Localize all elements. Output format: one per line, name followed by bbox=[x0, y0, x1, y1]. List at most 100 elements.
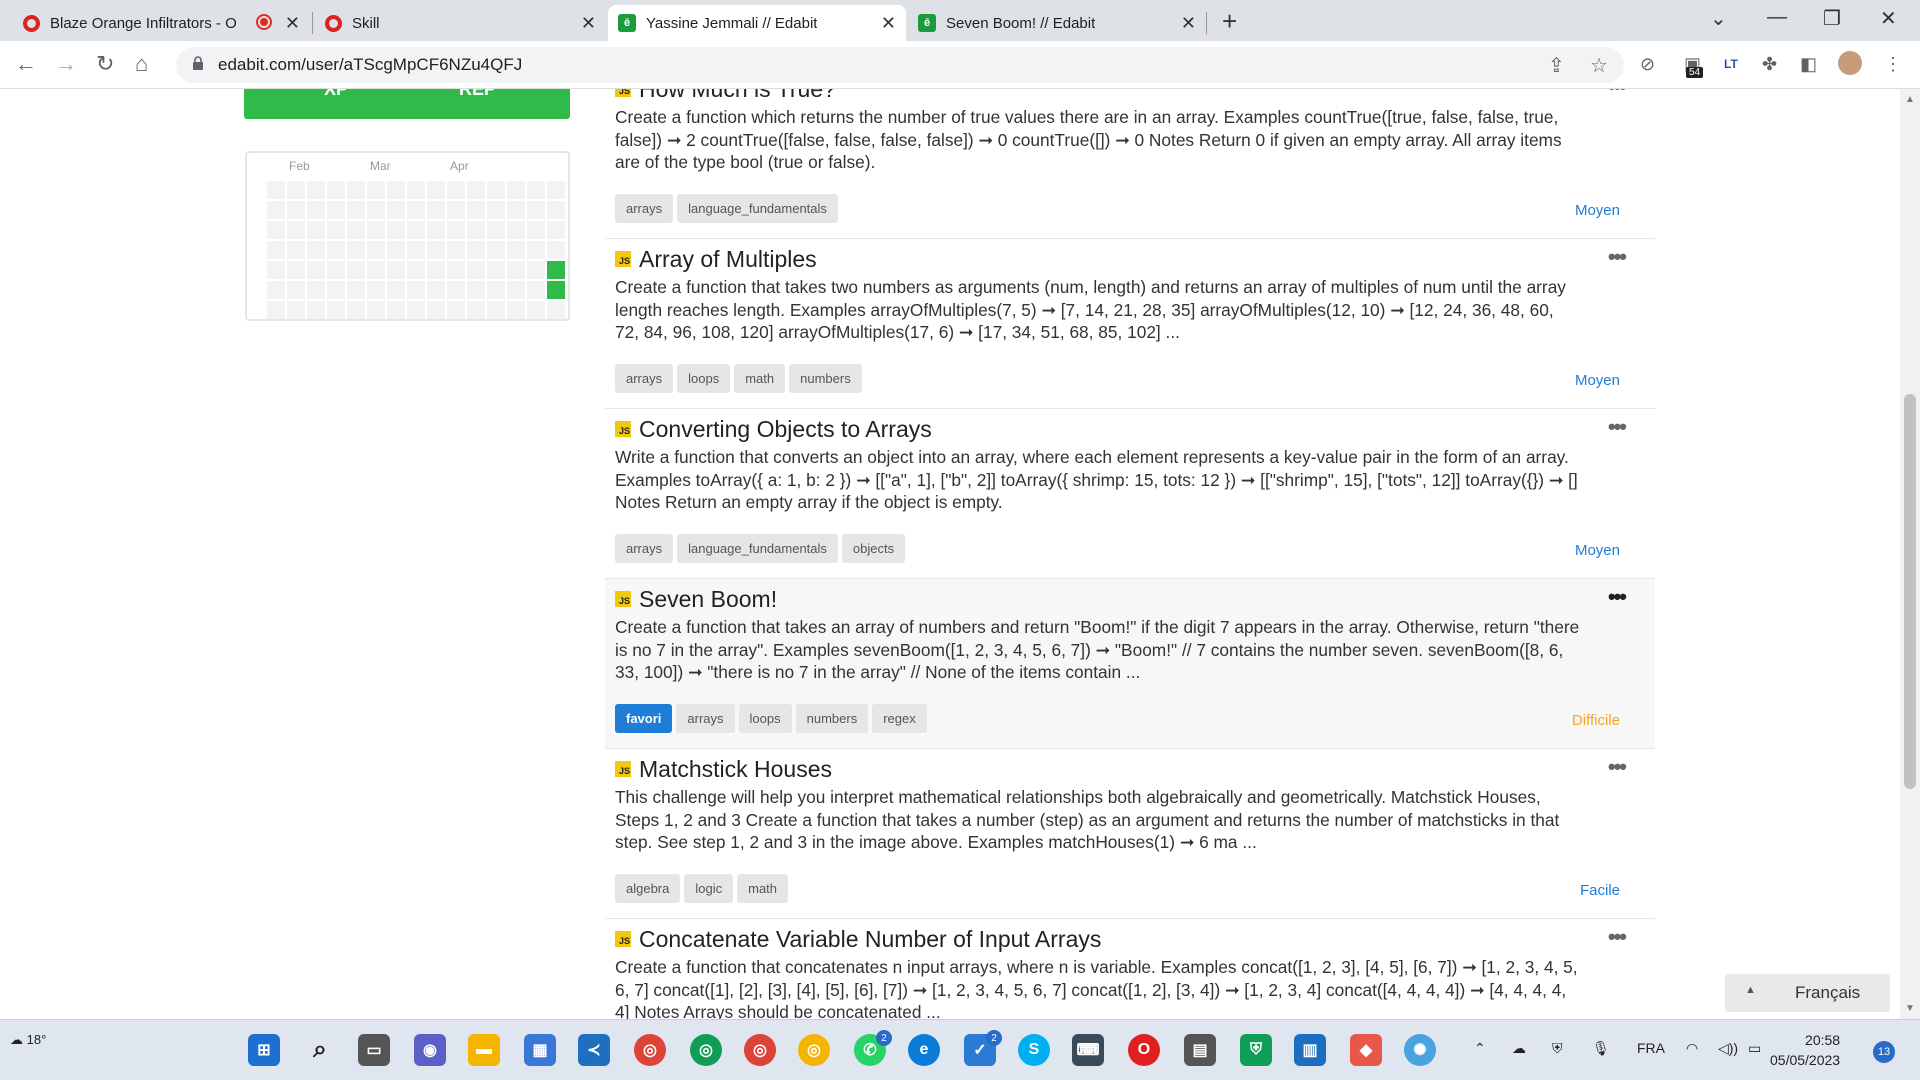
search-icon[interactable]: ⌕ bbox=[304, 1034, 336, 1066]
scroll-down-icon[interactable]: ▼ bbox=[1905, 1003, 1915, 1014]
close-window-button[interactable]: ✕ bbox=[1880, 6, 1897, 31]
windows-start-icon[interactable]: ⊞ bbox=[248, 1034, 280, 1066]
chrome-profile-icon[interactable]: ◎ bbox=[798, 1034, 830, 1066]
close-icon[interactable]: ✕ bbox=[581, 13, 596, 34]
close-icon[interactable]: ✕ bbox=[285, 13, 300, 34]
menu-kebab-icon[interactable]: ⋮ bbox=[1884, 54, 1902, 75]
close-icon[interactable]: ✕ bbox=[1181, 13, 1196, 34]
tag[interactable]: loops bbox=[738, 704, 792, 733]
task-view-icon[interactable]: ▭ bbox=[358, 1034, 390, 1066]
challenge-title[interactable]: How Much is True? bbox=[639, 89, 836, 103]
calculator-icon[interactable]: ▤ bbox=[1184, 1034, 1216, 1066]
keyboard-icon[interactable]: ⌨ bbox=[1072, 1034, 1104, 1066]
challenge-title[interactable]: Seven Boom! bbox=[639, 586, 777, 613]
git-icon[interactable]: ◆ bbox=[1350, 1034, 1382, 1066]
tag[interactable]: math bbox=[737, 874, 789, 903]
skype-icon[interactable]: S bbox=[1018, 1034, 1050, 1066]
teams-chat-icon[interactable]: ◉ bbox=[414, 1034, 446, 1066]
tab-blaze-orange[interactable]: Blaze Orange Infiltrators - O ✕ bbox=[12, 5, 310, 41]
challenge-title-row[interactable]: JS Seven Boom! bbox=[615, 584, 1645, 614]
tray-chevron-icon[interactable]: ⌃ bbox=[1474, 1040, 1486, 1057]
extension-blocker-icon[interactable]: ⊘ bbox=[1640, 54, 1655, 75]
more-options-icon[interactable]: ••• bbox=[1608, 244, 1627, 270]
challenge-title[interactable]: Matchstick Houses bbox=[639, 756, 832, 783]
tab-yassine-edabit[interactable]: ē Yassine Jemmali // Edabit ✕ bbox=[608, 5, 906, 41]
more-options-icon[interactable]: ••• bbox=[1608, 924, 1627, 950]
chrome-profile-icon[interactable]: ◎ bbox=[690, 1034, 722, 1066]
scrollbar[interactable]: ▲ ▼ bbox=[1900, 89, 1920, 1019]
close-icon[interactable]: ✕ bbox=[881, 13, 896, 34]
tab-seven-boom[interactable]: ē Seven Boom! // Edabit ✕ bbox=[908, 5, 1206, 41]
scroll-up-icon[interactable]: ▲ bbox=[1905, 94, 1915, 105]
challenge-item[interactable]: JS Concatenate Variable Number of Input A… bbox=[605, 919, 1655, 1019]
share-icon[interactable]: ⇪ bbox=[1548, 53, 1565, 78]
more-options-icon[interactable]: ••• bbox=[1608, 89, 1627, 100]
challenge-title-row[interactable]: JS Array of Multiples bbox=[615, 244, 1645, 274]
wifi-icon[interactable]: ◠ bbox=[1686, 1040, 1698, 1057]
vscode-icon[interactable]: ≺ bbox=[578, 1034, 610, 1066]
battery-icon[interactable]: ▭ bbox=[1748, 1040, 1761, 1057]
more-options-icon[interactable]: ••• bbox=[1608, 414, 1627, 440]
notification-badge[interactable]: 13 bbox=[1873, 1041, 1895, 1063]
challenge-title-row[interactable]: JS How Much is True? bbox=[615, 89, 1645, 104]
more-options-icon[interactable]: ••• bbox=[1608, 754, 1627, 780]
favorite-tag[interactable]: favori bbox=[615, 704, 673, 733]
tag[interactable]: logic bbox=[684, 874, 734, 903]
tag[interactable]: language_fundamentals bbox=[677, 194, 838, 223]
tag[interactable]: objects bbox=[841, 534, 906, 563]
tag[interactable]: loops bbox=[677, 364, 731, 393]
tag[interactable]: arrays bbox=[676, 704, 735, 733]
file-explorer-icon[interactable]: ▬ bbox=[468, 1034, 500, 1066]
opera-taskbar-icon[interactable]: O bbox=[1128, 1034, 1160, 1066]
challenge-item[interactable]: JS Array of Multiples ••• Create a function… bbox=[605, 239, 1655, 409]
more-options-icon[interactable]: ••• bbox=[1608, 584, 1627, 610]
weather-widget[interactable]: ☁ 18° bbox=[10, 1032, 46, 1048]
tag[interactable]: numbers bbox=[795, 704, 869, 733]
scrollbar-thumb[interactable] bbox=[1904, 394, 1916, 789]
challenge-title-row[interactable]: JS Converting Objects to Arrays bbox=[615, 414, 1645, 444]
side-panel-icon[interactable]: ◧ bbox=[1800, 54, 1817, 75]
challenge-title-row[interactable]: JS Matchstick Houses bbox=[615, 754, 1645, 784]
clock[interactable]: 20:58 05/05/2023 bbox=[1770, 1030, 1840, 1070]
restore-button[interactable]: ❐ bbox=[1823, 6, 1841, 31]
tag[interactable]: regex bbox=[872, 704, 927, 733]
chrome-icon[interactable]: ◎ bbox=[634, 1034, 666, 1066]
forward-icon[interactable]: → bbox=[55, 51, 77, 77]
new-tab-button[interactable]: + bbox=[1222, 6, 1237, 37]
tag[interactable]: language_fundamentals bbox=[677, 534, 838, 563]
challenge-title[interactable]: Array of Multiples bbox=[639, 246, 817, 273]
tag[interactable]: math bbox=[734, 364, 786, 393]
network-app-icon[interactable]: ✺ bbox=[1404, 1034, 1436, 1066]
tab-search-icon[interactable]: ⌄ bbox=[1710, 6, 1727, 31]
tag[interactable]: arrays bbox=[615, 194, 674, 223]
onedrive-icon[interactable]: ☁ bbox=[1512, 1040, 1526, 1057]
language-selector[interactable]: ▲ Français bbox=[1725, 974, 1890, 1012]
home-icon[interactable]: ⌂ bbox=[135, 51, 148, 77]
languagetool-icon[interactable]: LT bbox=[1724, 57, 1738, 71]
input-language[interactable]: FRA bbox=[1637, 1040, 1665, 1056]
minimize-button[interactable]: — bbox=[1767, 6, 1787, 29]
reload-icon[interactable]: ↻ bbox=[96, 51, 114, 77]
extensions-puzzle-icon[interactable]: ✤ bbox=[1762, 54, 1777, 75]
volume-icon[interactable]: ◁)) bbox=[1718, 1040, 1738, 1057]
bookmark-star-icon[interactable]: ☆ bbox=[1590, 53, 1608, 78]
address-bar[interactable]: edabit.com/user/aTScgMpCF6NZu4QFJ ⇪ ☆ bbox=[176, 47, 1624, 83]
challenge-title-row[interactable]: JS Concatenate Variable Number of Input A… bbox=[615, 924, 1645, 954]
challenge-item[interactable]: JS Seven Boom! ••• Create a function that t… bbox=[605, 579, 1655, 749]
edge-icon[interactable]: e bbox=[908, 1034, 940, 1066]
challenge-item[interactable]: JS Converting Objects to Arrays ••• Write a… bbox=[605, 409, 1655, 579]
defender-icon[interactable]: ⛨ bbox=[1552, 1040, 1563, 1057]
tab-skill[interactable]: Skill ✕ bbox=[314, 5, 606, 41]
tag[interactable]: numbers bbox=[789, 364, 862, 393]
app-icon[interactable]: ▥ bbox=[1294, 1034, 1326, 1066]
challenge-title[interactable]: Concatenate Variable Number of Input Arr… bbox=[639, 926, 1101, 953]
tag[interactable]: arrays bbox=[615, 364, 674, 393]
challenge-item[interactable]: JS How Much is True? ••• Create a function … bbox=[605, 89, 1655, 239]
tag[interactable]: arrays bbox=[615, 534, 674, 563]
tag[interactable]: algebra bbox=[615, 874, 681, 903]
security-icon[interactable]: ⛨ bbox=[1240, 1034, 1272, 1066]
challenge-title[interactable]: Converting Objects to Arrays bbox=[639, 416, 932, 443]
chrome-profile-icon[interactable]: ◎ bbox=[744, 1034, 776, 1066]
profile-avatar[interactable] bbox=[1838, 51, 1862, 75]
challenge-item[interactable]: JS Matchstick Houses ••• This challenge wil… bbox=[605, 749, 1655, 919]
